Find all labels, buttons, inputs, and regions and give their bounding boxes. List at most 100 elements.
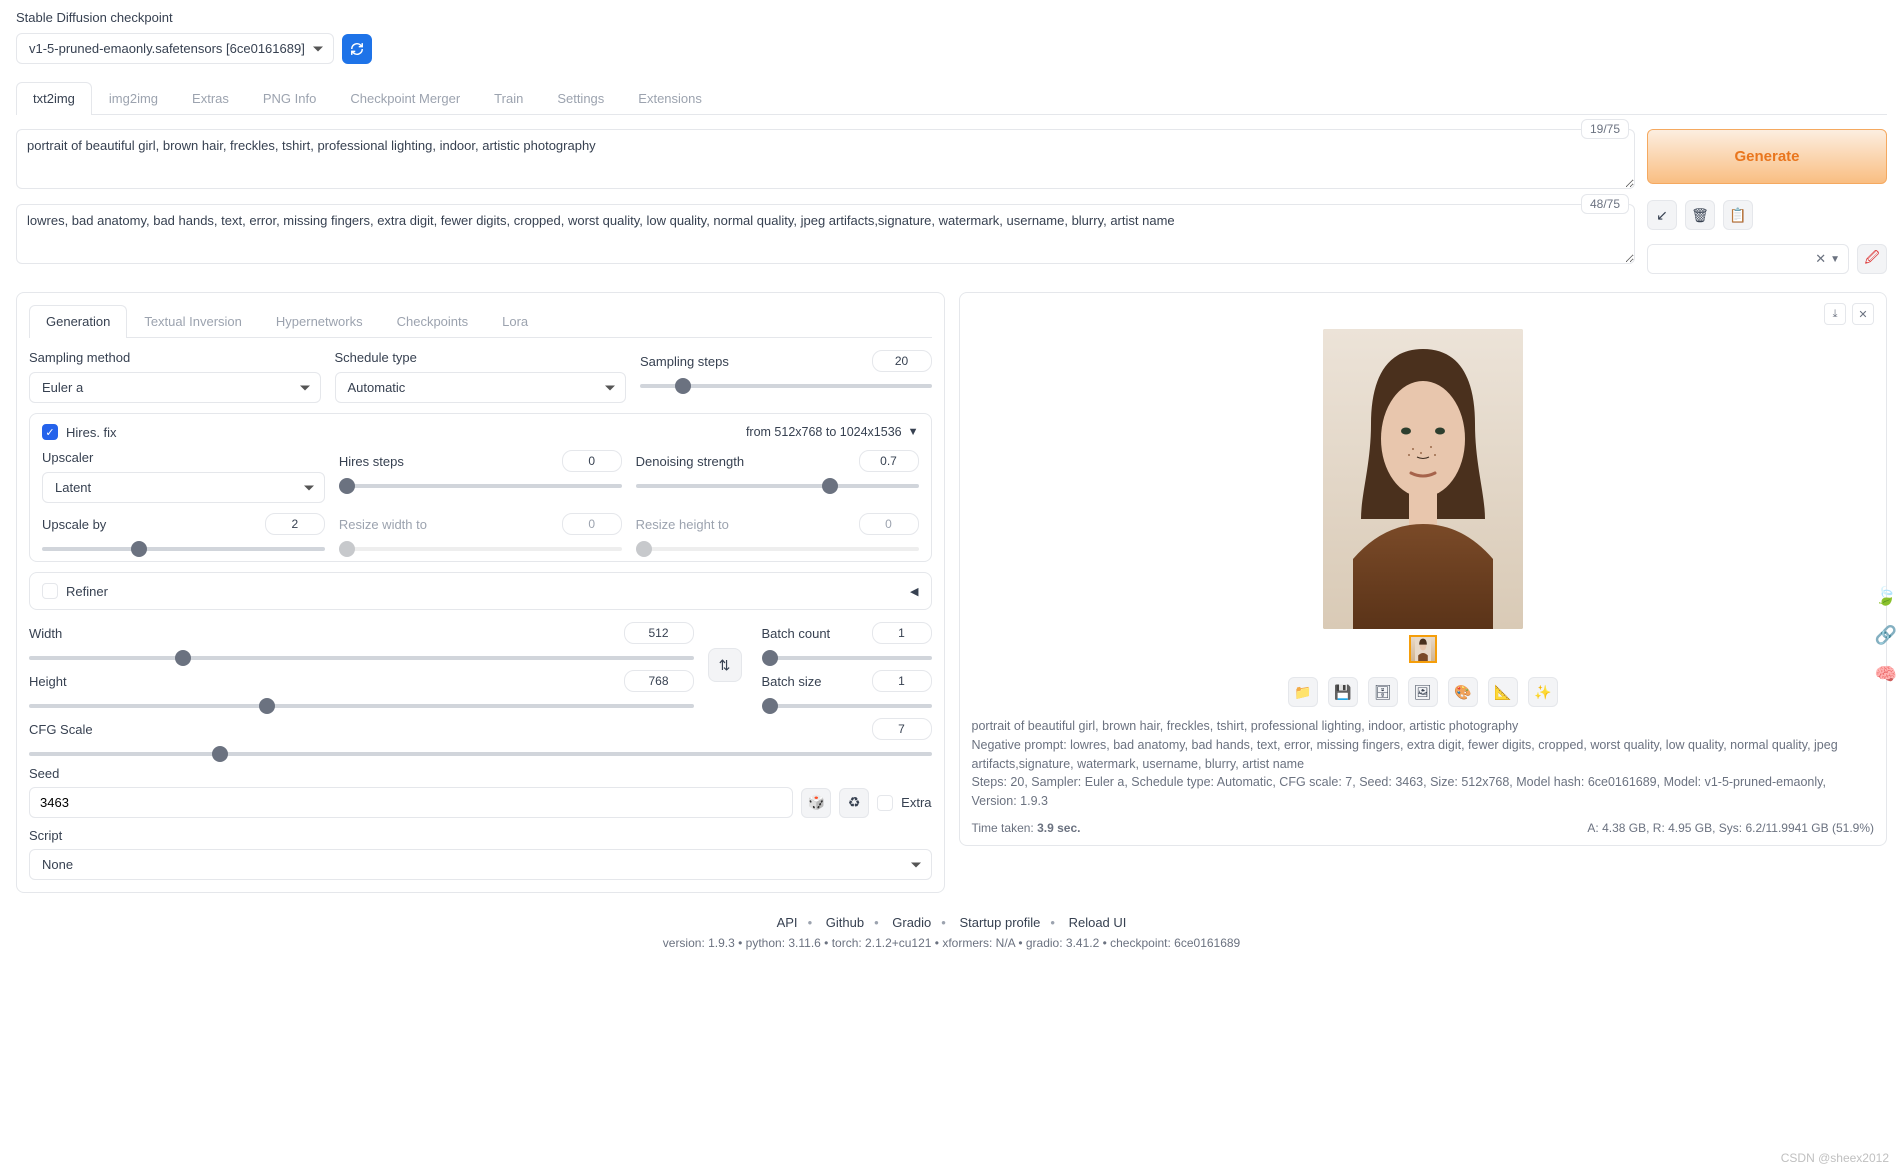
denoise-value[interactable]: 0.7 — [859, 450, 919, 472]
width-value[interactable]: 512 — [624, 622, 694, 644]
hires-fix-checkbox[interactable]: ✓ — [42, 424, 58, 440]
close-output-icon[interactable]: ✕ — [1852, 303, 1874, 325]
width-slider[interactable] — [29, 656, 694, 660]
resize-w-slider[interactable] — [339, 547, 622, 551]
subtab-textual-inversion[interactable]: Textual Inversion — [127, 305, 259, 337]
send-extras-icon[interactable]: 📐 — [1488, 677, 1518, 707]
link-reload-ui[interactable]: Reload UI — [1069, 915, 1127, 930]
height-label: Height — [29, 674, 67, 689]
batch-count-slider[interactable] — [762, 656, 932, 660]
cfg-slider[interactable] — [29, 752, 932, 756]
generate-button[interactable]: Generate — [1647, 129, 1887, 184]
resize-h-value[interactable]: 0 — [859, 513, 919, 535]
output-thumbnail[interactable] — [1409, 635, 1437, 663]
prompt-input[interactable] — [16, 129, 1635, 189]
seed-extra-checkbox[interactable] — [877, 795, 893, 811]
refiner-checkbox[interactable] — [42, 583, 58, 599]
send-inpaint-icon[interactable]: 🎨 — [1448, 677, 1478, 707]
swap-dimensions-icon[interactable]: ⇅ — [708, 648, 742, 682]
time-taken-value: 3.9 sec. — [1037, 821, 1080, 835]
sampling-steps-slider[interactable] — [640, 384, 932, 388]
link-api[interactable]: API — [777, 915, 798, 930]
refiner-expand-icon[interactable]: ◀ — [910, 585, 918, 598]
resize-h-label: Resize height to — [636, 517, 729, 532]
batch-size-slider[interactable] — [762, 704, 932, 708]
seed-extra-label: Extra — [901, 795, 931, 810]
script-dropdown[interactable]: None — [29, 849, 932, 880]
schedule-type-label: Schedule type — [335, 350, 627, 365]
tab-txt2img[interactable]: txt2img — [16, 82, 92, 114]
cfg-value[interactable]: 7 — [872, 718, 932, 740]
hires-fix-label: Hires. fix — [66, 425, 117, 440]
hires-steps-value[interactable]: 0 — [562, 450, 622, 472]
main-tabs: txt2img img2img Extras PNG Info Checkpoi… — [16, 82, 1887, 115]
hires-steps-slider[interactable] — [339, 484, 622, 488]
float-brain-icon[interactable]: 🧠 — [1875, 664, 1897, 685]
link-startup-profile[interactable]: Startup profile — [959, 915, 1040, 930]
styles-dropdown[interactable]: ✕▼ — [1647, 244, 1849, 274]
float-link-icon[interactable]: 🔗 — [1875, 625, 1897, 646]
denoise-label: Denoising strength — [636, 454, 744, 469]
sampling-steps-value[interactable]: 20 — [872, 350, 932, 372]
negative-prompt-input[interactable] — [16, 204, 1635, 264]
resize-w-value[interactable]: 0 — [562, 513, 622, 535]
tab-settings[interactable]: Settings — [540, 82, 621, 114]
tab-extras[interactable]: Extras — [175, 82, 246, 114]
subtab-checkpoints[interactable]: Checkpoints — [380, 305, 486, 337]
download-icon[interactable]: ⤓ — [1824, 303, 1846, 325]
upscale-by-label: Upscale by — [42, 517, 106, 532]
output-panel: ⤓ ✕ 📁 💾 — [959, 292, 1888, 846]
refresh-checkpoint-icon[interactable] — [342, 34, 372, 64]
sampling-steps-label: Sampling steps — [640, 354, 729, 369]
resize-w-label: Resize width to — [339, 517, 427, 532]
link-github[interactable]: Github — [826, 915, 864, 930]
recycle-icon[interactable]: ♻ — [839, 788, 869, 818]
float-leaf-icon[interactable]: 🍃 — [1875, 586, 1897, 607]
generation-panel: Generation Textual Inversion Hypernetwor… — [16, 292, 945, 893]
checkpoint-dropdown[interactable]: v1-5-pruned-emaonly.safetensors [6ce0161… — [16, 33, 334, 64]
prompt-token-count: 19/75 — [1581, 119, 1629, 139]
schedule-type-dropdown[interactable]: Automatic — [335, 372, 627, 403]
zip-icon[interactable]: 🗄 — [1368, 677, 1398, 707]
upscaler-label: Upscaler — [42, 450, 325, 465]
upscale-icon[interactable]: ✨ — [1528, 677, 1558, 707]
folder-icon[interactable]: 📁 — [1288, 677, 1318, 707]
tab-checkpoint-merger[interactable]: Checkpoint Merger — [333, 82, 477, 114]
send-img2img-icon[interactable]: 🖼 — [1408, 677, 1438, 707]
upscale-by-slider[interactable] — [42, 547, 325, 551]
refiner-panel: Refiner ◀ — [29, 572, 932, 610]
hires-fix-panel: ✓ Hires. fix from 512x768 to 1024x1536 ▼… — [29, 413, 932, 562]
batch-count-value[interactable]: 1 — [872, 622, 932, 644]
height-slider[interactable] — [29, 704, 694, 708]
seed-input[interactable] — [29, 787, 793, 818]
refiner-label: Refiner — [66, 584, 108, 599]
dice-icon[interactable]: 🎲 — [801, 788, 831, 818]
batch-size-value[interactable]: 1 — [872, 670, 932, 692]
arrow-tool-icon[interactable]: ↙ — [1647, 200, 1677, 230]
denoise-slider[interactable] — [636, 484, 919, 488]
batch-count-label: Batch count — [762, 626, 831, 641]
hires-steps-label: Hires steps — [339, 454, 404, 469]
tab-pnginfo[interactable]: PNG Info — [246, 82, 333, 114]
subtab-lora[interactable]: Lora — [485, 305, 545, 337]
tab-img2img[interactable]: img2img — [92, 82, 175, 114]
clipboard-icon[interactable]: 📋 — [1723, 200, 1753, 230]
edit-styles-icon[interactable]: 🖉 — [1857, 244, 1887, 274]
upscale-by-value[interactable]: 2 — [265, 513, 325, 535]
height-value[interactable]: 768 — [624, 670, 694, 692]
output-params: Steps: 20, Sampler: Euler a, Schedule ty… — [972, 773, 1875, 811]
hires-collapse-icon[interactable]: ▼ — [908, 426, 919, 438]
tab-train[interactable]: Train — [477, 82, 540, 114]
upscaler-dropdown[interactable]: Latent — [42, 472, 325, 503]
tab-extensions[interactable]: Extensions — [621, 82, 719, 114]
sampling-method-dropdown[interactable]: Euler a — [29, 372, 321, 403]
trash-icon[interactable]: 🗑 — [1685, 200, 1715, 230]
save-icon[interactable]: 💾 — [1328, 677, 1358, 707]
resize-h-slider[interactable] — [636, 547, 919, 551]
sampling-method-label: Sampling method — [29, 350, 321, 365]
footer-links: API• Github• Gradio• Startup profile• Re… — [16, 915, 1887, 930]
subtab-hypernetworks[interactable]: Hypernetworks — [259, 305, 380, 337]
link-gradio[interactable]: Gradio — [892, 915, 931, 930]
output-image[interactable] — [1323, 329, 1523, 629]
subtab-generation[interactable]: Generation — [29, 305, 127, 337]
